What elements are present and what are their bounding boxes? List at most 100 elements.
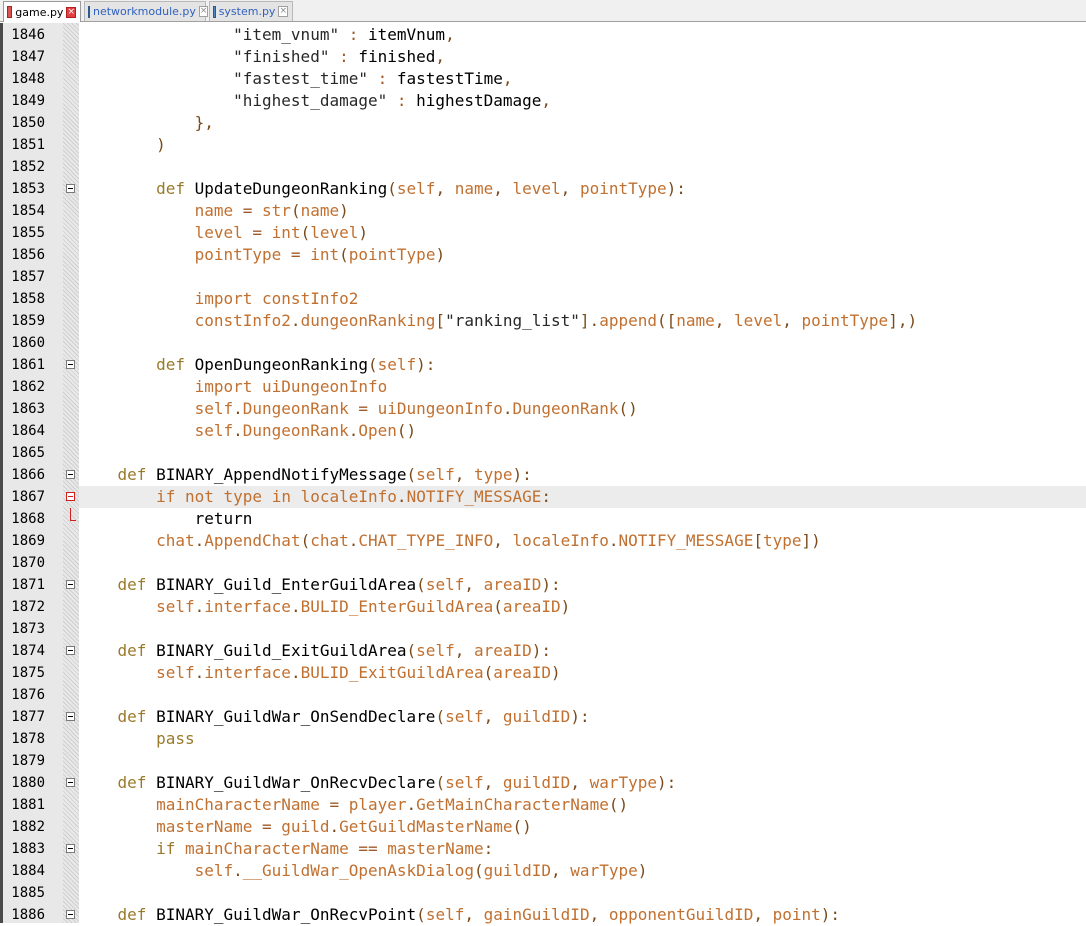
code-line[interactable]: 1852: [0, 156, 1086, 178]
code-token: uiDungeonInfo: [262, 377, 388, 396]
code-token: (): [512, 817, 532, 836]
code-line[interactable]: 1869 chat.AppendChat(chat.CHAT_TYPE_INFO…: [0, 530, 1086, 552]
code-token: BINARY_GuildWar_OnRecvDeclare: [156, 773, 436, 792]
code-line[interactable]: 1885: [0, 882, 1086, 904]
code-line[interactable]: 1872 self.interface.BULID_EnterGuildArea…: [0, 596, 1086, 618]
code-line[interactable]: 1848 "fastest_time" : fastestTime,: [0, 68, 1086, 90]
code-token: (: [339, 245, 349, 264]
code-line[interactable]: 1859 constInfo2.dungeonRanking["ranking_…: [0, 310, 1086, 332]
close-icon[interactable]: ×: [198, 6, 209, 17]
code-token: localeInfo: [300, 487, 397, 506]
line-number: 1865: [11, 445, 45, 461]
code-line[interactable]: 1882 masterName = guild.GetGuildMasterNa…: [0, 816, 1086, 838]
code-text: "fastest_time" : fastestTime,: [79, 68, 1086, 90]
tab-label: system.py: [218, 5, 276, 18]
fold-collapse-icon[interactable]: [66, 844, 75, 853]
fold-collapse-icon[interactable]: [66, 712, 75, 721]
code-line[interactable]: 1863 self.DungeonRank = uiDungeonInfo.Du…: [0, 398, 1086, 420]
code-line[interactable]: 1855 level = int(level): [0, 222, 1086, 244]
code-token: BINARY_Guild_EnterGuildArea: [156, 575, 417, 594]
code-line[interactable]: 1881 mainCharacterName = player.GetMainC…: [0, 794, 1086, 816]
code-line[interactable]: 1871 def BINARY_Guild_EnterGuildArea(sel…: [0, 574, 1086, 596]
code-token: interface: [204, 663, 291, 682]
close-icon[interactable]: ×: [278, 6, 288, 17]
close-icon[interactable]: ×: [66, 6, 76, 18]
code-line[interactable]: 1857: [0, 266, 1086, 288]
code-line[interactable]: 1850 },: [0, 112, 1086, 134]
code-token: type: [473, 465, 513, 484]
line-number: 1860: [11, 335, 45, 351]
code-line[interactable]: 1858 import constInfo2: [0, 288, 1086, 310]
code-line[interactable]: 1862 import uiDungeonInfo: [0, 376, 1086, 398]
line-number: 1881: [11, 797, 45, 813]
code-token: "fastest_time": [233, 69, 368, 88]
code-line[interactable]: 1853 def UpdateDungeonRanking(self, name…: [0, 178, 1086, 200]
code-text: def UpdateDungeonRanking(self, name, lev…: [79, 178, 1086, 200]
code-line[interactable]: 1873: [0, 618, 1086, 640]
code-token: ,: [551, 861, 571, 880]
tab-system-py[interactable]: system.py ×: [209, 1, 293, 21]
code-line[interactable]: 1867 if not type in localeInfo.NOTIFY_ME…: [0, 486, 1086, 508]
fold-collapse-icon[interactable]: [66, 646, 75, 655]
code-line[interactable]: 1870: [0, 552, 1086, 574]
code-line[interactable]: 1864 self.DungeonRank.Open(): [0, 420, 1086, 442]
code-line[interactable]: 1866 def BINARY_AppendNotifyMessage(self…: [0, 464, 1086, 486]
code-line[interactable]: 1847 "finished" : finished,: [0, 46, 1086, 68]
fold-collapse-icon[interactable]: [66, 470, 75, 479]
code-line[interactable]: 1880 def BINARY_GuildWar_OnRecvDeclare(s…: [0, 772, 1086, 794]
code-line[interactable]: 1884 self.__GuildWar_OpenAskDialog(guild…: [0, 860, 1086, 882]
line-number: 1869: [11, 533, 45, 549]
code-token: pointType: [801, 311, 889, 330]
code-line[interactable]: 1860: [0, 332, 1086, 354]
code-token: (: [493, 597, 503, 616]
code-token: name: [194, 201, 234, 220]
code-token: pointType: [194, 245, 282, 264]
code-line[interactable]: 1868 return: [0, 508, 1086, 530]
code-token: interface: [204, 597, 291, 616]
fold-collapse-icon[interactable]: [66, 184, 75, 193]
fold-collapse-icon[interactable]: [66, 910, 75, 919]
code-token: (: [387, 179, 397, 198]
code-line[interactable]: 1846 "item_vnum" : itemVnum,: [0, 24, 1086, 46]
code-token: :: [367, 69, 397, 88]
code-text: pointType = int(pointType): [79, 244, 1086, 266]
tab-game-py[interactable]: game.py ×: [3, 1, 81, 22]
code-token: self: [377, 355, 417, 374]
code-line[interactable]: 1851 ): [0, 134, 1086, 156]
code-line[interactable]: 1865: [0, 442, 1086, 464]
code-line[interactable]: 1854 name = str(name): [0, 200, 1086, 222]
code-token: ,: [589, 905, 609, 924]
code-line[interactable]: 1879: [0, 750, 1086, 772]
code-line[interactable]: 1875 self.interface.BULID_ExitGuildArea(…: [0, 662, 1086, 684]
code-line[interactable]: 1878 pass: [0, 728, 1086, 750]
python-file-icon: [7, 6, 13, 18]
line-number: 1884: [11, 863, 45, 879]
code-line[interactable]: 1877 def BINARY_GuildWar_OnSendDeclare(s…: [0, 706, 1086, 728]
tab-networkmodule-py[interactable]: networkmodule.py ×: [84, 1, 209, 21]
code-text: def BINARY_Guild_EnterGuildArea(self, ar…: [79, 574, 1086, 596]
code-token: =: [319, 795, 349, 814]
code-token: ):: [570, 707, 590, 726]
fold-collapse-icon[interactable]: [66, 360, 75, 369]
fold-collapse-icon[interactable]: [66, 492, 75, 501]
code-token: finished: [358, 47, 436, 66]
line-number: 1870: [11, 555, 45, 571]
code-editor[interactable]: 1846 "item_vnum" : itemVnum, 1847 "finish…: [0, 23, 1086, 924]
code-line[interactable]: 1856 pointType = int(pointType): [0, 244, 1086, 266]
code-line[interactable]: 1861 def OpenDungeonRanking(self):: [0, 354, 1086, 376]
code-line[interactable]: 1849 "highest_damage" : highestDamage,: [0, 90, 1086, 112]
code-line[interactable]: 1874 def BINARY_Guild_ExitGuildArea(self…: [0, 640, 1086, 662]
code-line[interactable]: 1876: [0, 684, 1086, 706]
fold-collapse-icon[interactable]: [66, 580, 75, 589]
code-line[interactable]: 1883 if mainCharacterName == masterName:: [0, 838, 1086, 860]
code-text: ): [79, 134, 1086, 156]
fold-collapse-icon[interactable]: [66, 778, 75, 787]
